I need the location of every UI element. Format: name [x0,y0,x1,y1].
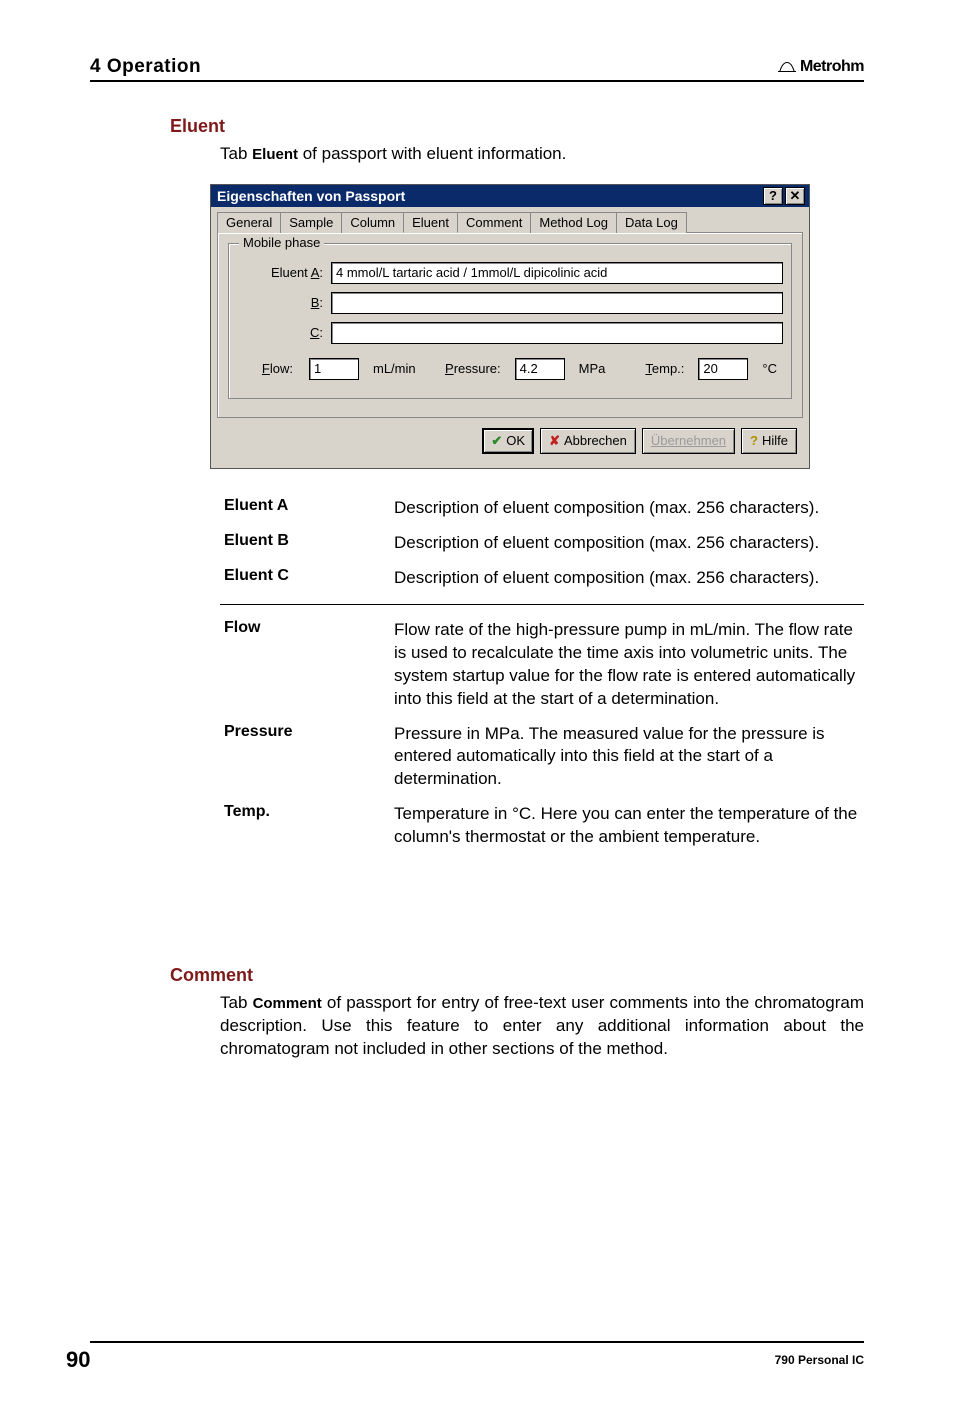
label-temp: Temp.: [639,361,690,376]
tab-column[interactable]: Column [341,212,404,233]
definition-divider [220,604,864,605]
def-desc: Pressure in MPa. The measured value for … [394,723,864,792]
eluent-c-input[interactable] [331,322,783,344]
mobile-phase-fieldset: Mobile phase Eluent A: 4 mmol/L tartaric… [228,243,792,399]
temp-unit: °C [756,361,783,376]
passport-properties-dialog: Eigenschaften von Passport ? ✕ General S… [210,184,810,469]
tab-eluent[interactable]: Eluent [403,212,458,233]
label-eluent-c: C: [237,325,331,340]
question-icon: ? [750,433,758,448]
ok-button[interactable]: ✔ OK [482,428,534,454]
intro-bold: Eluent [252,146,298,163]
flow-input[interactable]: 1 [309,358,359,380]
label-eluent-a: Eluent A: [237,265,331,280]
def-desc: Description of eluent composition (max. … [394,532,864,555]
section-title-comment: Comment [170,965,864,986]
metrohm-logo-icon [778,60,796,74]
tab-sample[interactable]: Sample [280,212,342,233]
check-icon: ✔ [491,433,502,449]
x-icon: ✘ [549,433,560,449]
def-desc: Flow rate of the high-pressure pump in m… [394,619,864,711]
comment-bold: Comment [253,995,322,1012]
eluent-b-input[interactable] [331,292,783,314]
dialog-titlebar: Eigenschaften von Passport ? ✕ [211,185,809,207]
temp-input[interactable]: 20 [698,358,748,380]
tab-method-log[interactable]: Method Log [530,212,617,233]
brand: Metrohm [778,58,864,76]
def-term: Eluent C [220,567,394,590]
def-desc: Description of eluent composition (max. … [394,497,864,520]
eluent-definitions: Eluent A Description of eluent compositi… [220,491,864,855]
def-term: Eluent B [220,532,394,555]
cancel-button[interactable]: ✘ Abbrechen [540,428,636,454]
def-term: Eluent A [220,497,394,520]
page-footer: 90 790 Personal IC [90,1341,864,1373]
dialog-title: Eigenschaften von Passport [215,188,405,204]
def-term: Pressure [220,723,394,792]
flow-unit: mL/min [367,361,422,376]
eluent-a-input[interactable]: 4 mmol/L tartaric acid / 1mmol/L dipicol… [331,262,783,284]
label-eluent-b: B: [237,295,331,310]
product-name: 790 Personal IC [775,1353,864,1367]
close-titlebar-button[interactable]: ✕ [785,187,805,205]
pressure-input[interactable]: 4.2 [515,358,565,380]
brand-name: Metrohm [800,58,864,76]
dialog-tabs: General Sample Column Eluent Comment Met… [217,211,803,233]
section-title-eluent: Eluent [170,116,864,137]
comment-text: Tab Comment of passport for entry of fre… [220,992,864,1061]
cancel-label: Abbrechen [564,433,627,448]
apply-label: Übernehmen [651,433,726,448]
def-term: Flow [220,619,394,711]
label-flow: Flow: [237,361,301,376]
eluent-intro: Tab Eluent of passport with eluent infor… [220,143,864,166]
help-titlebar-button[interactable]: ? [763,187,783,205]
pressure-unit: MPa [573,361,612,376]
def-desc: Temperature in °C. Here you can enter th… [394,803,864,849]
chapter-label: 4 Operation [90,56,201,78]
intro-post: of passport with eluent information. [298,144,566,163]
def-term: Temp. [220,803,394,849]
comment-pre: Tab [220,993,253,1012]
label-pressure: Pressure: [439,361,507,376]
help-button[interactable]: ? Hilfe [741,428,797,454]
tab-general[interactable]: General [217,212,281,233]
apply-button[interactable]: Übernehmen [642,428,735,454]
page-header: 4 Operation Metrohm [90,56,864,82]
intro-pre: Tab [220,144,252,163]
def-desc: Description of eluent composition (max. … [394,567,864,590]
tab-comment[interactable]: Comment [457,212,531,233]
help-label: Hilfe [762,433,788,448]
fieldset-legend: Mobile phase [239,235,324,250]
ok-label: OK [506,433,525,448]
tab-data-log[interactable]: Data Log [616,212,687,233]
